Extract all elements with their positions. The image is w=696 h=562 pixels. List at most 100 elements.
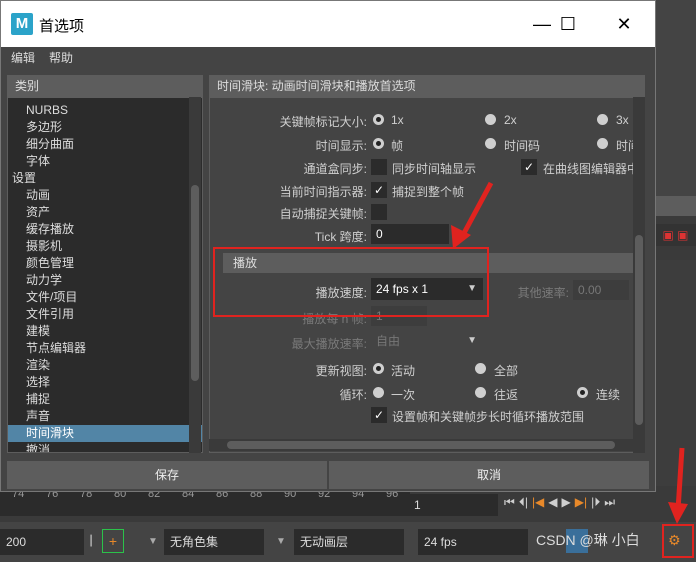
end-frame-field[interactable]: 200 — [0, 529, 84, 555]
looping-once-radio[interactable] — [373, 387, 384, 398]
time-display-frames-radio[interactable] — [373, 138, 384, 149]
red-arrow-icon — [668, 447, 688, 524]
current-time-label: 当前时间指示器: — [279, 185, 367, 199]
step-forward-frame-icon[interactable]: |⏵ — [591, 495, 600, 510]
range-divider-icon: ┃ — [88, 536, 95, 547]
time-display-label: 时间显示: — [315, 139, 367, 153]
save-button[interactable]: 保存 — [7, 461, 327, 489]
camera-icons: ▣ ▣ — [655, 224, 696, 246]
tick-span-field[interactable]: 0 — [371, 224, 449, 244]
update-view-label: 更新视图: — [315, 364, 367, 378]
category-item[interactable]: 多边形 — [8, 119, 202, 136]
other-speed-label: 其他速率: — [517, 286, 569, 300]
looping-oscillate-radio[interactable] — [475, 387, 486, 398]
update-view-active-label: 活动 — [391, 364, 416, 378]
maya-background-panel — [655, 0, 696, 200]
looping-oscillate-label: 往返 — [494, 388, 519, 402]
time-display-timecode-label: 时间码 — [504, 139, 541, 153]
character-set-dropdown[interactable]: 无角色集 — [164, 529, 264, 555]
category-item[interactable]: 细分曲面 — [8, 136, 202, 153]
channel-sync-checkbox[interactable] — [371, 159, 387, 175]
update-view-all-radio[interactable] — [475, 363, 486, 374]
keyframe-size-2x-label: 2x — [504, 113, 517, 127]
update-view-active-radio[interactable] — [373, 363, 384, 374]
chevron-down-icon[interactable]: ▼ — [276, 529, 290, 555]
category-item[interactable]: 颜色管理 — [8, 255, 202, 272]
tick-span-label: Tick 跨度: — [314, 230, 367, 244]
time-display-timecode-radio[interactable] — [485, 138, 496, 149]
keyframe-size-2x-radio[interactable] — [485, 114, 496, 125]
red-arrow-icon — [451, 181, 494, 249]
close-icon[interactable]: ✕ — [601, 1, 647, 47]
highlight-box-playback-speed — [213, 247, 489, 317]
keyframe-size-3x-label: 3x — [616, 113, 629, 127]
channel-sync-option: 同步时间轴显示 — [392, 162, 477, 176]
max-speed-label: 最大播放速率: — [291, 337, 367, 351]
keyframe-size-1x-radio[interactable] — [373, 114, 384, 125]
category-item[interactable]: 文件引用 — [8, 306, 202, 323]
looping-label: 循环: — [339, 388, 367, 402]
auto-snap-checkbox[interactable] — [371, 204, 387, 220]
category-item[interactable]: 时间滑块 — [8, 425, 202, 442]
auto-key-icon[interactable]: + — [102, 529, 124, 553]
categories-list[interactable]: NURBS 多边形 细分曲面 字体 设置 动画 资产 缓存播放 摄影机 颜色管理 动力学 文件/项目文… — [7, 97, 203, 453]
category-item[interactable]: 设置 — [8, 170, 202, 187]
category-item[interactable]: 资产 — [8, 204, 202, 221]
category-item[interactable]: 渲染 — [8, 357, 202, 374]
playback-controls: ⏮ ⏴| |◀ ◀ ▶ ▶| |⏵ ⏭ — [504, 494, 690, 510]
snap-whole-frame-checkbox[interactable]: ✓ — [371, 182, 387, 198]
update-view-all-label: 全部 — [494, 364, 519, 378]
looping-continuous-radio[interactable] — [577, 387, 588, 398]
time-display-time-radio[interactable] — [597, 138, 608, 149]
play-backward-icon[interactable]: ◀ — [548, 495, 557, 509]
play-forward-icon[interactable]: ▶ — [562, 495, 571, 509]
maya-logo-icon: M — [11, 13, 33, 35]
title-bar[interactable]: M 首选项 — ☐ ✕ — [1, 1, 655, 47]
category-item[interactable]: 撤消 — [8, 442, 202, 452]
category-item[interactable]: 摄影机 — [8, 238, 202, 255]
current-frame-field[interactable]: 1 — [408, 494, 498, 516]
go-to-end-icon[interactable]: ⏭ — [604, 495, 615, 510]
category-item[interactable]: 建模 — [8, 323, 202, 340]
other-speed-field[interactable]: 0.00 — [573, 280, 629, 300]
panel-hscroll-thumb[interactable] — [227, 441, 615, 449]
channel-sync-label: 通道盒同步: — [303, 162, 367, 176]
step-back-key-icon[interactable]: |◀ — [532, 495, 544, 509]
keyframe-size-3x-radio[interactable] — [597, 114, 608, 125]
auto-snap-label: 自动捕捉关键帧: — [279, 207, 367, 221]
max-speed-dropdown[interactable]: 自由 ▼ — [371, 330, 483, 352]
loop-setting-checkbox[interactable]: ✓ — [371, 407, 387, 423]
cancel-button[interactable]: 取消 — [329, 461, 649, 489]
categories-header: 类别 — [7, 75, 203, 97]
category-item[interactable]: 节点编辑器 — [8, 340, 202, 357]
looping-continuous-label: 连续 — [596, 388, 621, 402]
menu-help[interactable]: 帮助 — [49, 49, 73, 66]
step-forward-key-icon[interactable]: ▶| — [575, 495, 587, 509]
time-display-frames-label: 帧 — [391, 139, 404, 153]
anim-layer-dropdown[interactable]: 无动画层 — [294, 529, 404, 555]
category-item[interactable]: 声音 — [8, 408, 202, 425]
max-speed-value: 自由 — [376, 334, 401, 348]
loop-setting-option: 设置帧和关键帧步长时循环播放范围 — [392, 410, 585, 424]
category-item[interactable]: 缓存播放 — [8, 221, 202, 238]
category-item[interactable]: 选择 — [8, 374, 202, 391]
go-to-start-icon[interactable]: ⏮ — [504, 495, 515, 510]
category-item[interactable]: 文件/项目 — [8, 289, 202, 306]
fps-dropdown[interactable]: 24 fps — [418, 529, 528, 555]
dialog-title: 首选项 — [39, 18, 85, 35]
graph-editor-option: 在曲线图编辑器中 — [543, 162, 633, 176]
preferences-icon[interactable]: ⚙ — [668, 532, 681, 549]
preferences-dialog: M 首选项 — ☐ ✕ 编辑 帮助 类别 NURBS 多边形 细分曲面 字体 设置 动画资… — [0, 0, 656, 492]
panel-scroll-thumb[interactable] — [635, 235, 643, 425]
chevron-down-icon[interactable]: ▼ — [148, 529, 162, 555]
menu-edit[interactable]: 编辑 — [11, 49, 35, 66]
category-item[interactable]: 字体 — [8, 153, 202, 170]
categories-scroll-thumb[interactable] — [191, 185, 199, 381]
category-item[interactable]: 动力学 — [8, 272, 202, 289]
step-back-frame-icon[interactable]: ⏴| — [519, 495, 528, 510]
graph-editor-checkbox[interactable]: ✓ — [521, 159, 537, 175]
category-item[interactable]: 动画 — [8, 187, 202, 204]
maximize-icon[interactable]: ☐ — [545, 1, 591, 47]
category-item[interactable]: 捕捉 — [8, 391, 202, 408]
category-item[interactable]: NURBS — [8, 102, 202, 119]
